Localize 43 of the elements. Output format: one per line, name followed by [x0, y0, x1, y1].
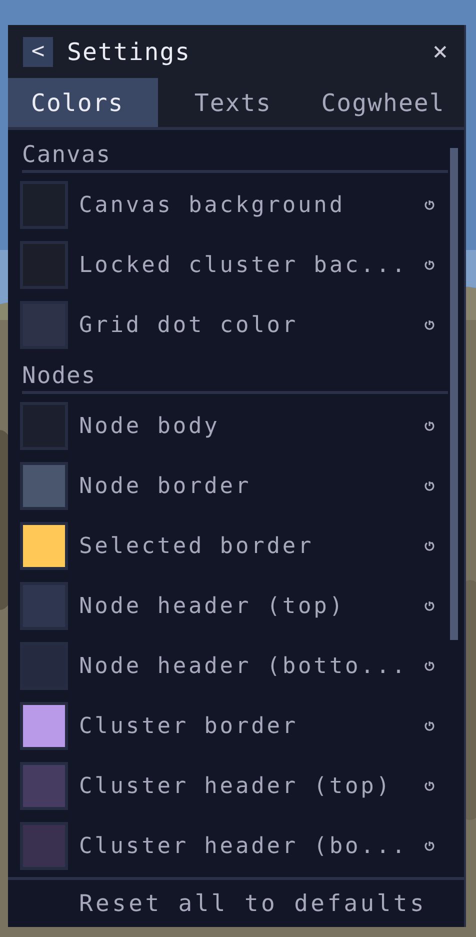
back-button[interactable]: < — [23, 36, 53, 66]
reset-icon[interactable] — [424, 840, 435, 852]
setting-label: Node header (botto... — [79, 654, 409, 678]
setting-label: Locked cluster bac... — [79, 252, 409, 278]
color-swatch[interactable] — [20, 582, 68, 630]
setting-label: Node body — [79, 414, 221, 438]
reset-icon[interactable] — [424, 480, 435, 492]
color-swatch[interactable] — [20, 522, 68, 570]
section-heading: Nodes — [22, 361, 448, 394]
setting-label: Cluster header (bo... — [79, 834, 409, 858]
reset-icon[interactable] — [424, 600, 435, 612]
reset-icon[interactable] — [424, 780, 435, 792]
color-swatch[interactable] — [20, 762, 68, 810]
color-swatch[interactable] — [20, 822, 68, 870]
setting-label: Cluster border — [79, 714, 300, 738]
reset-icon[interactable] — [424, 200, 435, 210]
setting-label: Selected border — [79, 534, 315, 558]
reset-icon[interactable] — [424, 420, 435, 432]
reset-icon[interactable] — [424, 260, 435, 270]
reset-all-button[interactable]: Reset all to defaults — [79, 890, 426, 916]
reset-icon[interactable] — [424, 320, 435, 330]
scrollbar[interactable] — [450, 148, 458, 640]
tab[interactable]: Colors — [8, 78, 158, 127]
window-title: Settings — [67, 38, 192, 66]
reset-icon[interactable] — [424, 660, 435, 672]
color-swatch[interactable] — [20, 642, 68, 690]
color-swatch[interactable] — [20, 301, 68, 349]
color-swatch[interactable] — [20, 241, 68, 289]
color-swatch[interactable] — [20, 181, 68, 229]
color-swatch[interactable] — [20, 462, 68, 510]
section-heading: Canvas — [22, 140, 448, 173]
setting-label: Cluster header (top) — [79, 774, 393, 798]
reset-icon[interactable] — [424, 540, 435, 552]
close-button[interactable]: × — [428, 36, 452, 66]
tab[interactable]: Texts — [158, 78, 308, 127]
color-swatch[interactable] — [20, 702, 68, 750]
setting-label: Node border — [79, 474, 252, 498]
tab[interactable]: Cogwheel — [308, 78, 458, 127]
setting-label: Node header (top) — [79, 594, 346, 618]
reset-icon[interactable] — [424, 720, 435, 732]
setting-label: Grid dot color — [79, 312, 300, 338]
color-swatch[interactable] — [20, 402, 68, 450]
setting-label: Canvas background — [79, 192, 346, 218]
